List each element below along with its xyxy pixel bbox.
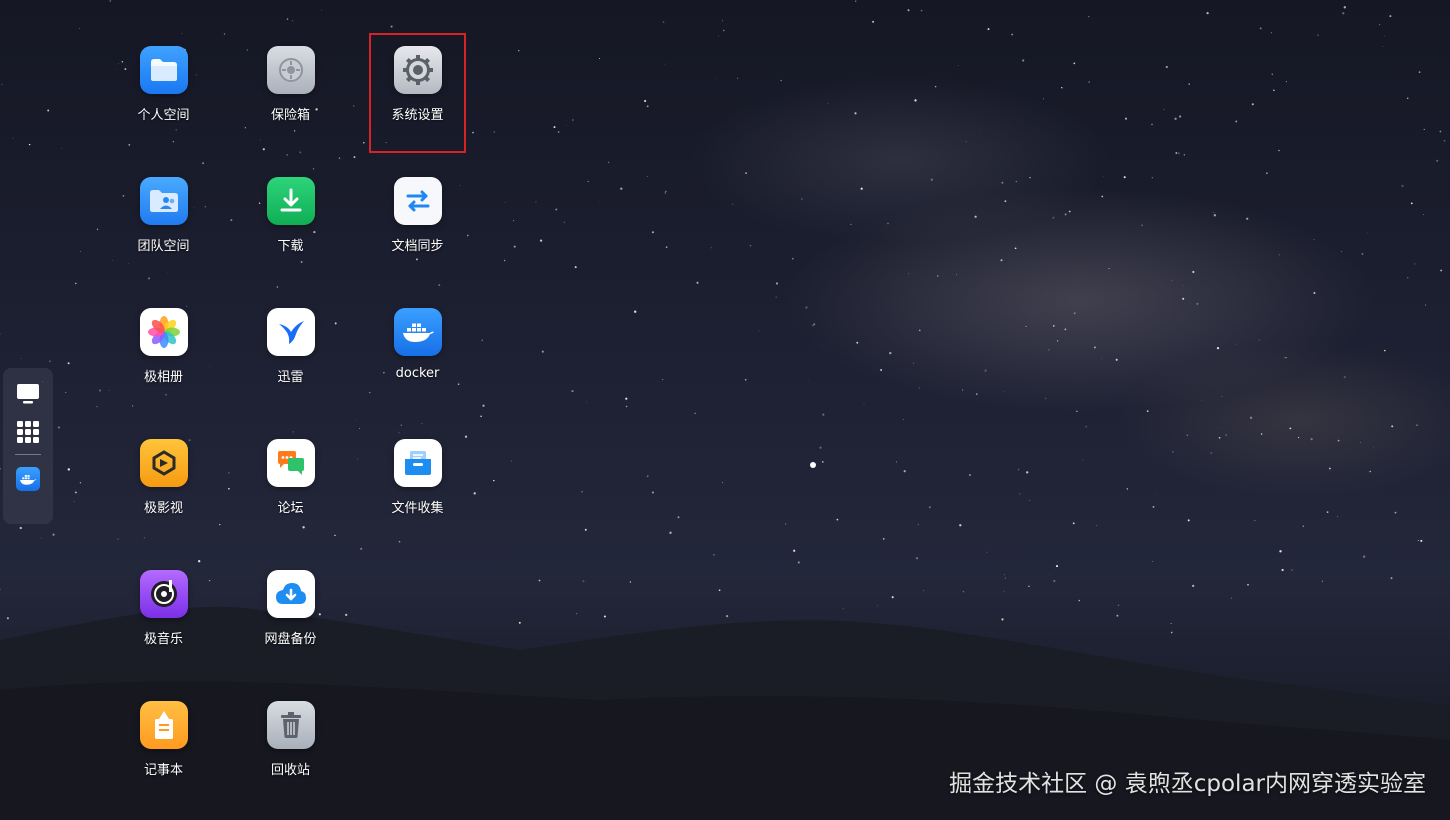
app-notepad[interactable]: 记事本	[100, 685, 227, 816]
dock-desktop-button[interactable]	[14, 380, 42, 408]
gear-icon	[393, 46, 442, 94]
app-doc-sync[interactable]: 文档同步	[354, 161, 481, 292]
forum-chat-icon	[266, 439, 315, 487]
desktop-icon	[17, 384, 39, 404]
app-label: 网盘备份	[264, 632, 317, 647]
app-forum[interactable]: 论坛	[227, 423, 354, 554]
app-label: 记事本	[143, 763, 183, 778]
photos-icon	[139, 308, 188, 356]
app-personal-space[interactable]: 个人空间	[100, 30, 227, 161]
notepad-icon	[139, 701, 188, 749]
app-label: 团队空间	[137, 239, 190, 254]
app-grid: 个人空间 保险箱 系统设置 团队空间 下载 文档同步 极相册 迅雷 docker…	[100, 30, 481, 816]
cloud-backup-icon	[266, 570, 315, 618]
app-label: 回收站	[270, 763, 310, 778]
dock-docker-button[interactable]	[14, 465, 42, 493]
docker-icon	[393, 308, 442, 356]
sync-icon	[393, 177, 442, 225]
video-icon	[139, 439, 188, 487]
dock-divider	[15, 454, 41, 455]
music-icon	[139, 570, 188, 618]
app-label: 文档同步	[391, 239, 444, 254]
folder-icon	[139, 46, 188, 94]
safe-icon	[266, 46, 315, 94]
app-recycle-bin[interactable]: 回收站	[227, 685, 354, 816]
app-photos[interactable]: 极相册	[100, 292, 227, 423]
app-label: 论坛	[277, 501, 304, 516]
app-label: 保险箱	[270, 108, 310, 123]
app-label: 文件收集	[391, 501, 444, 516]
app-download[interactable]: 下载	[227, 161, 354, 292]
thunder-bird-icon	[266, 308, 315, 356]
app-cloud-backup[interactable]: 网盘备份	[227, 554, 354, 685]
app-label: 极影视	[143, 501, 183, 516]
app-thunder[interactable]: 迅雷	[227, 292, 354, 423]
app-label: 下载	[277, 239, 304, 254]
app-video[interactable]: 极影视	[100, 423, 227, 554]
file-collect-icon	[393, 439, 442, 487]
app-file-collect[interactable]: 文件收集	[354, 423, 481, 554]
app-system-settings[interactable]: 系统设置	[369, 33, 466, 153]
dock-app-grid-button[interactable]	[14, 418, 42, 446]
trash-icon	[266, 701, 315, 749]
app-team-space[interactable]: 团队空间	[100, 161, 227, 292]
app-grid-icon	[17, 421, 39, 443]
app-label: 极音乐	[143, 632, 183, 647]
app-label: 迅雷	[277, 370, 304, 385]
app-music[interactable]: 极音乐	[100, 554, 227, 685]
app-label: docker	[395, 366, 440, 381]
side-dock	[3, 368, 53, 524]
app-label: 系统设置	[391, 108, 444, 123]
download-icon	[266, 177, 315, 225]
docker-icon	[16, 467, 40, 491]
team-folder-icon	[139, 177, 188, 225]
app-safe[interactable]: 保险箱	[227, 30, 354, 161]
watermark-text: 掘金技术社区 @ 袁煦丞cpolar内网穿透实验室	[949, 771, 1426, 797]
app-label: 极相册	[143, 370, 183, 385]
app-docker[interactable]: docker	[354, 292, 481, 423]
app-label: 个人空间	[137, 108, 190, 123]
